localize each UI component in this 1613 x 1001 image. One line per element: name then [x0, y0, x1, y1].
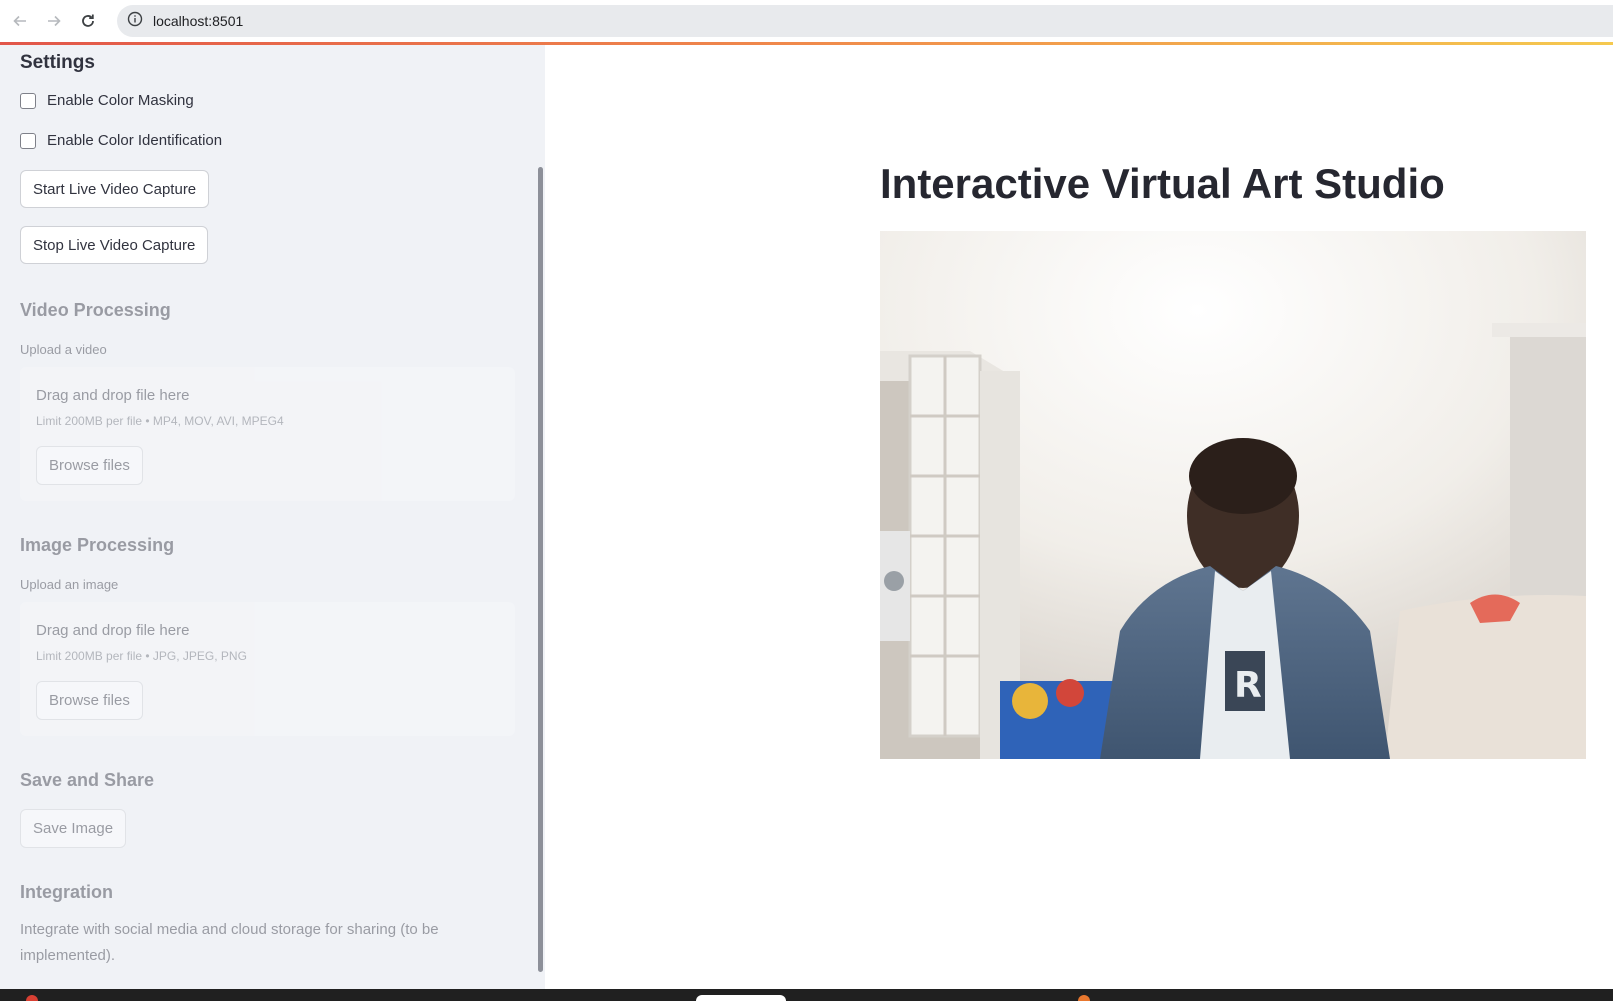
live-video-frame: R: [880, 231, 1586, 759]
sidebar-scrollbar[interactable]: [538, 167, 543, 972]
upload-image-label: Upload an image: [20, 577, 119, 592]
dropzone-limit-text: Limit 200MB per file • MP4, MOV, AVI, MP…: [36, 414, 284, 428]
video-dropzone[interactable]: Drag and drop file here Limit 200MB per …: [20, 367, 515, 501]
checkbox-box[interactable]: [20, 132, 36, 149]
enable-color-masking-checkbox[interactable]: Enable Color Masking: [20, 92, 194, 109]
browser-toolbar: localhost:8501: [0, 0, 1613, 42]
checkbox-label: Enable Color Masking: [47, 92, 194, 109]
browse-image-files-button[interactable]: Browse files: [36, 681, 143, 720]
enable-color-identification-checkbox[interactable]: Enable Color Identification: [20, 132, 222, 149]
save-and-share-heading: Save and Share: [20, 770, 155, 790]
url-text: localhost:8501: [153, 13, 244, 29]
page-title: Interactive Virtual Art Studio: [880, 160, 1445, 207]
integration-heading: Integration: [20, 882, 113, 902]
stop-live-video-capture-button[interactable]: Stop Live Video Capture: [20, 226, 209, 264]
dropzone-limit-text: Limit 200MB per file • JPG, JPEG, PNG: [36, 649, 247, 663]
sidebar-title: Settings: [20, 52, 95, 73]
dropzone-text: Drag and drop file here: [36, 622, 190, 639]
taskbar-app-icon[interactable]: [1078, 995, 1090, 1001]
start-live-video-capture-button[interactable]: Start Live Video Capture: [20, 170, 210, 208]
taskbar-search-icon[interactable]: [696, 995, 786, 1001]
os-taskbar: [0, 989, 1613, 1001]
taskbar-app-icon[interactable]: [26, 995, 38, 1001]
checkbox-label: Enable Color Identification: [47, 132, 223, 149]
site-info-icon[interactable]: [127, 11, 143, 32]
image-dropzone[interactable]: Drag and drop file here Limit 200MB per …: [20, 602, 515, 736]
integration-text: Integrate with social media and cloud st…: [20, 921, 439, 964]
browse-video-files-button[interactable]: Browse files: [36, 446, 143, 485]
dropzone-text: Drag and drop file here: [36, 387, 190, 404]
upload-video-label: Upload a video: [20, 342, 107, 357]
svg-text:R: R: [1234, 665, 1262, 706]
back-arrow-icon[interactable]: [6, 7, 34, 35]
forward-arrow-icon[interactable]: [40, 7, 68, 35]
reload-icon[interactable]: [74, 7, 102, 35]
sidebar: Settings Enable Color Masking Enable Col…: [0, 45, 545, 989]
image-processing-heading: Image Processing: [20, 535, 175, 555]
checkbox-box[interactable]: [20, 92, 36, 109]
address-bar[interactable]: localhost:8501: [117, 5, 1613, 37]
save-image-button[interactable]: Save Image: [20, 809, 127, 848]
video-processing-heading: Video Processing: [20, 300, 171, 320]
